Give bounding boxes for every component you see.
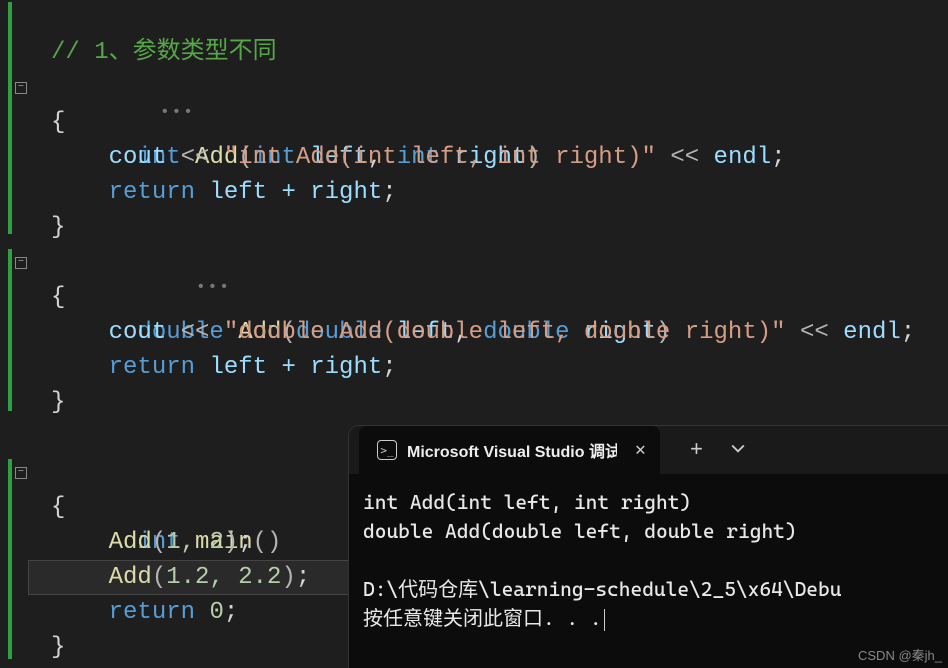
code-line[interactable]: cout << "int Add(int left, int right)" <…	[28, 140, 915, 175]
tab-dropdown-icon[interactable]	[731, 437, 745, 464]
paren: )	[281, 564, 295, 591]
terminal-tab[interactable]: >_ Microsoft Visual Studio 调试 ✕	[359, 426, 660, 474]
code-line[interactable]: − double Add(double left, double right) …	[28, 245, 915, 280]
fold-toggle-icon[interactable]: −	[15, 467, 27, 479]
operator: <<	[181, 144, 210, 171]
operator: <<	[181, 319, 210, 346]
function-call: Add	[109, 564, 152, 591]
fold-toggle-icon[interactable]: −	[15, 82, 27, 94]
brace: {	[51, 109, 65, 136]
terminal-line: int Add(int left, int right)	[363, 490, 691, 514]
code-line[interactable]: − int Add(int left, int right) •••	[28, 70, 915, 105]
number-literal: 1, 2	[166, 529, 224, 556]
terminal-actions: +	[690, 437, 745, 464]
brace: }	[51, 634, 65, 661]
change-marker	[8, 249, 12, 411]
expression: left + right	[209, 354, 382, 381]
terminal-tab-title: Microsoft Visual Studio 调试	[407, 438, 617, 462]
keyword: return	[109, 179, 195, 206]
punct: ;	[382, 179, 396, 206]
code-line[interactable]: {	[28, 280, 915, 315]
code-line[interactable]: return left + right;	[28, 350, 915, 385]
brace: {	[51, 284, 65, 311]
comment-text: // 1、参数类型不同	[51, 39, 277, 66]
punct: ;	[224, 599, 238, 626]
change-marker	[8, 459, 12, 659]
identifier: endl	[843, 319, 901, 346]
code-line[interactable]: }	[28, 385, 915, 420]
brace: }	[51, 389, 65, 416]
number-literal: 0	[209, 599, 223, 626]
punct: ;	[238, 529, 252, 556]
terminal-app-icon: >_	[377, 440, 397, 460]
operator: <<	[670, 144, 699, 171]
code-line[interactable]: // 1、参数类型不同	[28, 35, 915, 70]
identifier: cout	[109, 319, 167, 346]
brace: }	[51, 214, 65, 241]
new-tab-icon[interactable]: +	[690, 438, 703, 463]
code-line[interactable]: {	[28, 105, 915, 140]
keyword: return	[109, 354, 195, 381]
number-literal: 1.2, 2.2	[166, 564, 281, 591]
terminal-cursor	[604, 609, 605, 631]
change-marker	[8, 2, 12, 234]
punct: ;	[382, 354, 396, 381]
terminal-line: 按任意键关闭此窗口. . .	[363, 606, 602, 630]
terminal-line: double Add(double left, double right)	[363, 519, 797, 543]
punct: ;	[296, 564, 310, 591]
terminal-line: D:\代码仓库\learning-schedule\2_5\x64\Debu	[363, 577, 841, 601]
code-line[interactable]: return left + right;	[28, 175, 915, 210]
paren: (	[152, 564, 166, 591]
terminal-window[interactable]: >_ Microsoft Visual Studio 调试 ✕ + int Ad…	[349, 426, 948, 668]
string-literal: "double Add(double left, double right)"	[224, 319, 786, 346]
paren: )	[224, 529, 238, 556]
brace: {	[51, 494, 65, 521]
paren: (	[152, 529, 166, 556]
keyword: return	[109, 599, 195, 626]
watermark-text: CSDN @秦jh_	[858, 645, 942, 664]
punct: ;	[771, 144, 785, 171]
code-line[interactable]: cout << "double Add(double left, double …	[28, 315, 915, 350]
terminal-output[interactable]: int Add(int left, int right) double Add(…	[349, 474, 948, 647]
fold-toggle-icon[interactable]: −	[15, 257, 27, 269]
punct: ;	[901, 319, 915, 346]
code-line[interactable]: }	[28, 210, 915, 245]
code-line[interactable]	[28, 0, 915, 35]
terminal-titlebar[interactable]: >_ Microsoft Visual Studio 调试 ✕ +	[349, 426, 948, 474]
identifier: endl	[714, 144, 772, 171]
identifier: cout	[109, 144, 167, 171]
operator: <<	[800, 319, 829, 346]
expression: left + right	[209, 179, 382, 206]
close-tab-icon[interactable]: ✕	[635, 439, 646, 461]
function-call: Add	[109, 529, 152, 556]
string-literal: "int Add(int left, int right)"	[224, 144, 656, 171]
